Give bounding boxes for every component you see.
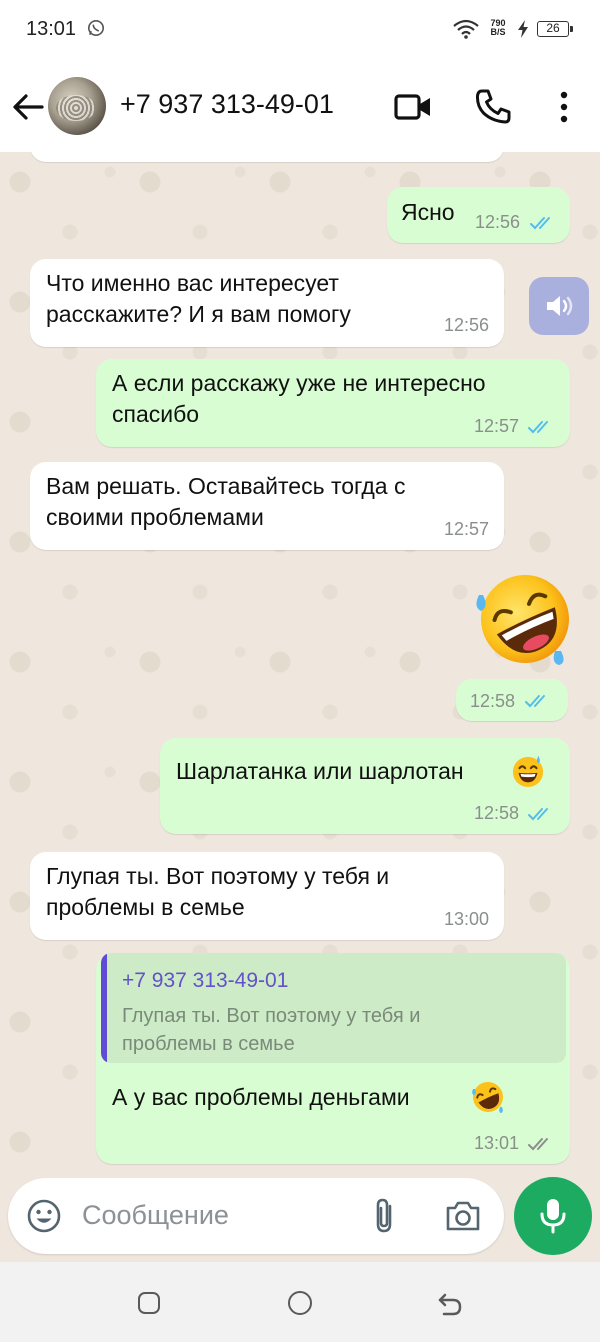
emoji-icon[interactable] [26, 1198, 62, 1234]
network-speed-unit: B/S [490, 27, 506, 37]
message-text: спасибо [112, 401, 200, 427]
message-text: расскажите? И я вам помогу [46, 301, 351, 327]
speaker-forward-icon [547, 296, 573, 316]
network-speed: 790 B/S [486, 19, 510, 37]
system-navigation-bar [0, 1262, 600, 1342]
home-icon[interactable] [288, 1291, 312, 1315]
contact-name[interactable]: +7 937 313-49-01 [120, 89, 334, 120]
message-time: 12:56 [444, 315, 490, 335]
grinning-sweat-emoji-icon [512, 755, 544, 788]
video-call-icon[interactable] [394, 89, 432, 125]
battery-icon: 26 [537, 21, 573, 37]
message-list[interactable]: Ясно 12:56 Что именно вас интересует рас… [0, 152, 600, 1176]
message-time-chip[interactable]: 12:58 [456, 679, 568, 721]
rofl-emoji-icon[interactable] [473, 569, 577, 667]
message-time: 12:57 [474, 416, 520, 436]
read-receipt-icon [530, 217, 550, 230]
quoted-message[interactable]: +7 937 313-49-01 Глупая ты. Вот поэтому … [101, 953, 566, 1063]
contact-avatar[interactable] [48, 77, 106, 135]
chat-header: +7 937 313-49-01 [0, 62, 600, 152]
message-bubble-incoming[interactable]: Глупая ты. Вот поэтому у тебя и проблемы… [30, 852, 504, 940]
message-time: 12:58 [470, 691, 516, 711]
message-text: проблемы в семье [46, 894, 245, 920]
message-text: своими проблемами [46, 504, 264, 530]
battery-level: 26 [546, 21, 560, 35]
quote-text: проблемы в семье [122, 1033, 295, 1055]
message-text: Шарлатанка или шарлотан [176, 758, 464, 784]
back-arrow-icon[interactable] [10, 89, 46, 125]
read-receipt-icon [528, 808, 548, 821]
quote-author: +7 937 313-49-01 [122, 969, 289, 992]
rofl-emoji-small-icon [472, 1082, 503, 1113]
message-bubble-incoming[interactable]: Что именно вас интересует расскажите? И … [30, 259, 504, 347]
message-text: Вам решать. Оставайтесь тогда с [46, 473, 406, 499]
delivered-receipt-icon [528, 1138, 548, 1151]
quote-text: Глупая ты. Вот поэтому у тебя и [122, 1005, 421, 1027]
wifi-icon [453, 19, 479, 39]
quote-accent-bar [101, 953, 107, 1063]
message-text: А если расскажу уже не интересно [112, 370, 486, 396]
read-receipt-icon [525, 695, 545, 708]
voice-record-button[interactable] [514, 1177, 592, 1255]
voice-call-icon[interactable] [474, 88, 512, 126]
message-bubble-outgoing[interactable]: Ясно 12:56 [387, 187, 570, 243]
message-text: Ясно [401, 199, 455, 225]
message-time: 13:01 [474, 1133, 520, 1153]
message-time: 12:57 [444, 519, 490, 539]
status-time: 13:01 [26, 18, 77, 40]
forward-media-button[interactable] [529, 277, 589, 335]
camera-icon[interactable] [444, 1198, 482, 1234]
system-back-icon[interactable] [436, 1291, 464, 1317]
attach-icon[interactable] [370, 1196, 400, 1236]
message-bubble-incoming[interactable]: Вам решать. Оставайтесь тогда с своими п… [30, 462, 504, 550]
message-text: А у вас проблемы деньгами [112, 1084, 410, 1110]
message-time: 12:56 [475, 212, 521, 232]
message-time: 13:00 [444, 909, 490, 929]
message-input[interactable]: Сообщение [82, 1200, 229, 1231]
message-composer: Сообщение [8, 1178, 504, 1254]
message-text: Что именно вас интересует [46, 270, 339, 296]
recents-icon[interactable] [138, 1292, 160, 1314]
charging-bolt-icon [518, 20, 528, 38]
read-receipt-icon [528, 421, 548, 434]
message-bubble-outgoing[interactable]: А если расскажу уже не интересно спасибо… [96, 359, 570, 447]
more-vert-icon[interactable] [552, 88, 576, 126]
message-time: 12:58 [474, 803, 520, 823]
message-bubble-outgoing[interactable]: Шарлатанка или шарлотан 12:58 [160, 738, 570, 834]
message-bubble-partial[interactable] [30, 152, 504, 162]
microphone-icon [540, 1199, 566, 1234]
message-text: Глупая ты. Вот поэтому у тебя и [46, 863, 390, 889]
status-bar: 13:01 790 B/S 26 [0, 0, 600, 62]
whatsapp-notification-icon [87, 19, 105, 37]
